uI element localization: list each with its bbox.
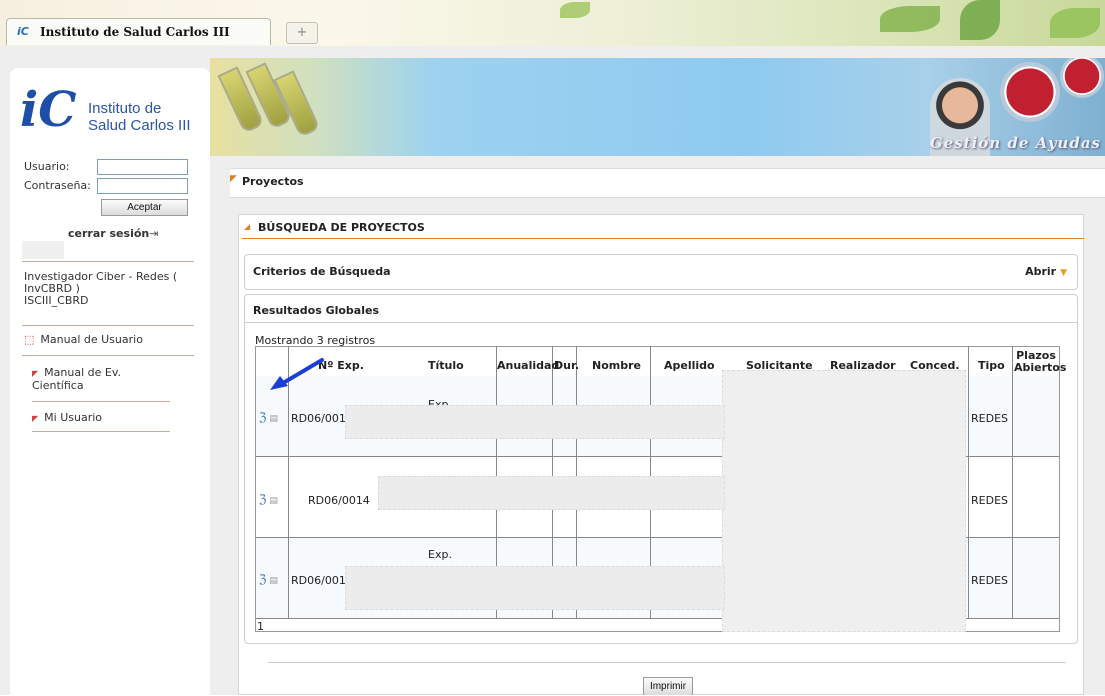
- user-organization: ISCIII_CBRD: [24, 294, 89, 307]
- breadcrumb-label[interactable]: Proyectos: [242, 175, 304, 188]
- sidebar-item-label: Mi Usuario: [44, 411, 103, 424]
- table-row-actions[interactable]: ℨ ▤: [259, 572, 278, 586]
- panel-title: ◢ BÚSQUEDA DE PROYECTOS: [242, 218, 1084, 239]
- col-header-exp[interactable]: Nº Exp.: [318, 359, 364, 372]
- menu-arrow-icon: ◤: [32, 369, 39, 378]
- isciii-logo-mark: iC: [20, 82, 77, 138]
- col-header-anualidad[interactable]: Anualidad: [497, 359, 559, 372]
- redacted-block: [345, 566, 725, 610]
- username-label: Usuario:: [24, 160, 70, 173]
- password-input[interactable]: [97, 178, 188, 194]
- logout-label: cerrar sesión: [68, 227, 150, 240]
- details-icon[interactable]: ▤: [269, 414, 278, 424]
- accept-button[interactable]: Aceptar: [101, 199, 188, 216]
- decorative-leaf: [1050, 8, 1100, 38]
- col-divider: [968, 346, 969, 618]
- footer-divider: [268, 662, 1066, 663]
- title-arrow-icon: ◢: [244, 222, 251, 231]
- redacted-block: [378, 476, 725, 510]
- logo-line-2: Salud Carlos III: [88, 117, 191, 134]
- results-divider: [244, 322, 1078, 323]
- user-avatar-placeholder: [22, 241, 64, 259]
- redacted-block: [345, 405, 725, 439]
- isciii-logo[interactable]: iC Instituto de Salud Carlos III: [20, 80, 200, 150]
- results-label: Resultados Globales: [253, 304, 380, 317]
- row-tipo: REDES: [971, 494, 1008, 507]
- help-icon[interactable]: ℨ: [259, 572, 266, 586]
- sidebar-item-manual-usuario[interactable]: ⬚ Manual de Usuario: [24, 333, 143, 346]
- col-divider: [288, 346, 289, 618]
- criteria-label: Criterios de Búsqueda: [253, 265, 391, 278]
- help-icon[interactable]: ℨ: [259, 492, 266, 506]
- chevron-down-icon: ▼: [1060, 268, 1067, 278]
- open-criteria-button[interactable]: Abrir ▼: [1025, 265, 1067, 278]
- table-row-actions[interactable]: ℨ ▤: [259, 410, 278, 424]
- sidebar-item-manual-ev-cientifica[interactable]: ◤ Manual de Ev. Científica: [32, 367, 162, 392]
- browser-tab[interactable]: iC Instituto de Salud Carlos III: [6, 18, 271, 45]
- banner-title: Gestión de Ayudas: [929, 134, 1101, 152]
- pagination-page[interactable]: 1: [257, 620, 264, 633]
- row-title: Exp.: [428, 548, 452, 561]
- redacted-block: [722, 370, 966, 632]
- details-icon[interactable]: ▤: [269, 576, 278, 586]
- open-label: Abrir: [1025, 265, 1057, 278]
- username-input[interactable]: [97, 159, 188, 175]
- isciii-logo-text: Instituto de Salud Carlos III: [88, 100, 191, 134]
- sidebar-divider: [32, 431, 170, 432]
- help-icon[interactable]: ℨ: [259, 410, 266, 424]
- isciii-favicon-icon: iC: [17, 25, 29, 38]
- details-icon[interactable]: ▤: [269, 496, 278, 506]
- col-header-apellido[interactable]: Apellido: [664, 359, 715, 372]
- header-banner: Gestión de Ayudas: [210, 58, 1105, 156]
- panel-title-text: BÚSQUEDA DE PROYECTOS: [258, 221, 425, 234]
- row-tipo: REDES: [971, 412, 1008, 425]
- col-divider: [1012, 346, 1013, 618]
- decorative-leaf: [880, 6, 940, 32]
- logo-line-1: Instituto de: [88, 100, 162, 117]
- search-criteria-section[interactable]: Criterios de Búsqueda Abrir ▼: [244, 254, 1078, 290]
- sidebar-item-mi-usuario[interactable]: ◤ Mi Usuario: [32, 411, 102, 424]
- browser-tab-title: Instituto de Salud Carlos III: [40, 25, 230, 39]
- sidebar-divider: [22, 355, 194, 356]
- menu-arrow-icon: ◤: [32, 414, 39, 423]
- sidebar-divider: [22, 261, 194, 262]
- sidebar-divider: [32, 401, 170, 402]
- petri-dish-image: [1060, 58, 1104, 98]
- table-row-actions[interactable]: ℨ ▤: [259, 492, 278, 506]
- new-tab-button[interactable]: +: [286, 22, 318, 44]
- pdf-icon: ⬚: [24, 333, 35, 346]
- breadcrumb: ◤ Proyectos: [230, 168, 1105, 198]
- row-exp[interactable]: RD06/001: [291, 412, 346, 425]
- row-tipo: REDES: [971, 574, 1008, 587]
- col-header-nombre[interactable]: Nombre: [592, 359, 641, 372]
- breadcrumb-arrow-icon: ◤: [230, 174, 237, 184]
- petri-dish-image: [1000, 62, 1060, 122]
- sidebar-item-label: Manual de Ev. Científica: [32, 366, 121, 392]
- col-header-duracion[interactable]: Dur.: [554, 359, 579, 372]
- print-button[interactable]: Imprimir: [643, 677, 693, 695]
- decorative-leaf: [560, 2, 590, 18]
- col-header-tipo[interactable]: Tipo: [978, 359, 1005, 372]
- password-label: Contraseña:: [24, 179, 91, 192]
- sidebar-item-label: Manual de Usuario: [40, 333, 143, 346]
- logout-link[interactable]: cerrar sesión⇥: [68, 227, 158, 240]
- row-exp[interactable]: RD06/0014: [308, 494, 370, 507]
- decorative-leaf: [960, 0, 1000, 40]
- sidebar-divider: [22, 325, 194, 326]
- user-info: Investigador Ciber - Redes ( InvCBRD ) I…: [24, 271, 204, 307]
- logout-icon: ⇥: [149, 227, 159, 240]
- row-exp[interactable]: RD06/001: [291, 574, 346, 587]
- col-header-titulo[interactable]: Título: [428, 359, 464, 372]
- col-header-plazos-abiertos[interactable]: Plazos Abiertos: [1014, 350, 1066, 374]
